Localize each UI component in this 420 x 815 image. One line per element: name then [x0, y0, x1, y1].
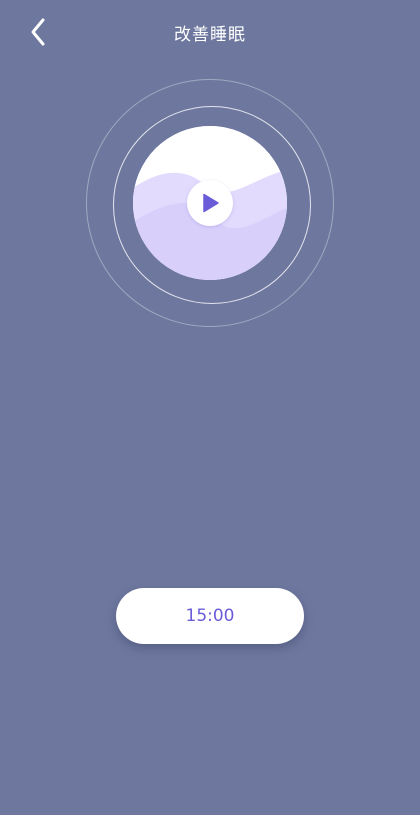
sound-player	[86, 79, 334, 327]
play-icon	[203, 193, 219, 213]
timer-button[interactable]: 15:00	[116, 588, 304, 644]
play-button[interactable]	[187, 180, 233, 226]
timer-label: 15:00	[185, 606, 235, 626]
page-title: 改善睡眠	[174, 25, 246, 45]
header: 改善睡眠	[0, 0, 420, 66]
